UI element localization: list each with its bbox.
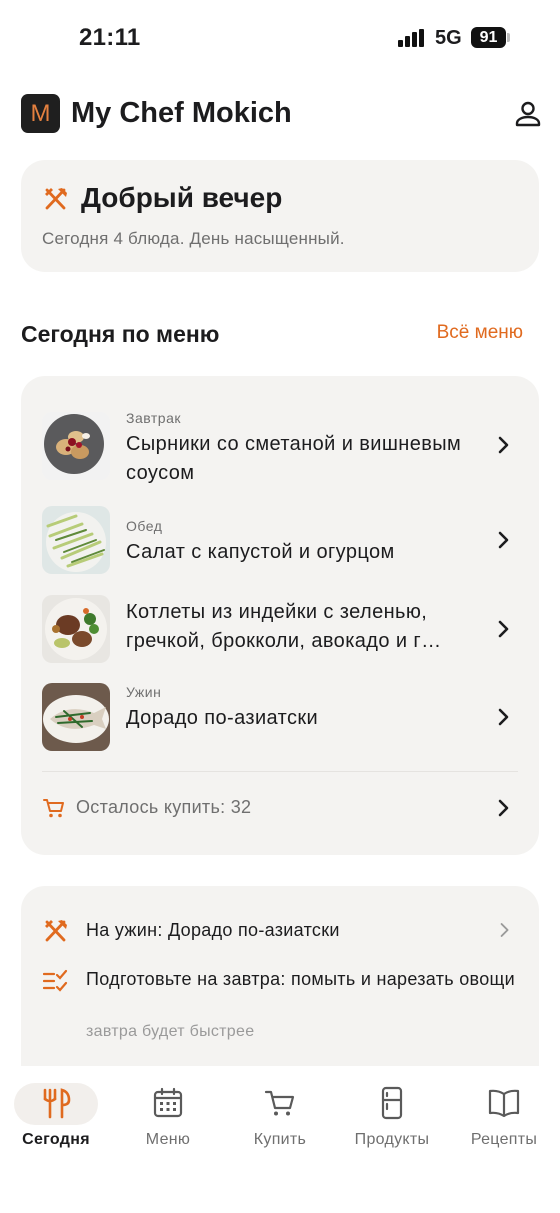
- chevron-right-icon: [498, 708, 509, 726]
- dinner-tip-row[interactable]: На ужин: Дорадо по-азиатски: [21, 914, 539, 948]
- meal-row-lunch[interactable]: Обед Салат с капустой и огурцом: [42, 504, 518, 576]
- greeting-title: Добрый вечер: [81, 182, 283, 213]
- chevron-right-icon: [500, 923, 509, 937]
- meal-type-label: Обед: [126, 518, 163, 534]
- dinner-tip-text: На ужин: Дорадо по-азиатски: [86, 920, 340, 940]
- tips-card: На ужин: Дорадо по-азиатски Подготовьте …: [21, 886, 539, 1066]
- fork-knife-icon: [45, 920, 67, 942]
- profile-button[interactable]: [513, 99, 543, 129]
- calendar-icon: [153, 1087, 183, 1118]
- greeting-subtitle: Сегодня 4 блюда. День насыщенный.: [42, 229, 345, 248]
- meal-name: Салат с капустой и огурцом: [126, 541, 395, 563]
- signal-strength-icon: [398, 29, 428, 47]
- meal-name: Сырники со сметаной и вишневым соусом: [126, 433, 462, 484]
- network-type: 5G: [435, 27, 462, 49]
- fork-knife-icon: [45, 188, 67, 210]
- status-time: 21:11: [79, 24, 141, 51]
- meal-name: Котлеты из индейки с зеленью, гречкой, б…: [126, 601, 442, 652]
- cart-icon: [43, 799, 64, 818]
- app-header: M My Chef Mokich: [21, 92, 541, 136]
- meal-row-dinner[interactable]: Ужин Дорадо по-азиатски: [42, 682, 518, 754]
- today-menu-heading: Сегодня по меню: [21, 321, 220, 347]
- meal-row-cutlets[interactable]: Котлеты из индейки с зеленью, гречкой, б…: [42, 594, 518, 666]
- fridge-icon: [381, 1086, 403, 1120]
- prepare-tip-text: Подготовьте на завтра: помыть и нарезать…: [86, 969, 515, 989]
- tab-label: Сегодня: [22, 1131, 90, 1148]
- app-title: My Chef Mokich: [71, 97, 292, 129]
- book-icon: [488, 1089, 520, 1118]
- tab-menu[interactable]: Меню: [112, 1066, 224, 1156]
- greeting-card: Добрый вечер Сегодня 4 блюда. День насыщ…: [21, 160, 539, 272]
- tab-today[interactable]: Сегодня: [0, 1066, 112, 1156]
- shopping-remaining-row[interactable]: Осталось купить: 32: [42, 794, 518, 824]
- cart-icon: [264, 1090, 295, 1116]
- chevron-right-icon: [498, 620, 509, 638]
- all-menu-link[interactable]: Всё меню: [437, 322, 523, 344]
- app-logo: M: [21, 94, 60, 133]
- checklist-icon: [43, 969, 68, 992]
- chevron-right-icon: [498, 436, 509, 454]
- meal-type-label: Ужин: [126, 684, 162, 700]
- battery-icon: 91: [471, 27, 506, 48]
- dorado-photo: [42, 683, 110, 751]
- tab-label: Меню: [145, 1131, 191, 1148]
- shopping-remaining-text: Осталось купить: 32: [76, 797, 252, 817]
- divider: [42, 771, 518, 772]
- tab-recipes[interactable]: Рецепты: [448, 1066, 560, 1156]
- cutlets-photo: [42, 595, 110, 663]
- salad-photo: [42, 506, 110, 574]
- fork-spoon-icon: [43, 1088, 71, 1119]
- tab-bar: Сегодня Меню Купить Продукты Рецепты: [0, 1066, 560, 1213]
- battery-tip: [507, 33, 510, 42]
- tab-label: Продукты: [354, 1131, 430, 1148]
- chevron-right-icon: [498, 531, 509, 549]
- tab-label: Купить: [253, 1131, 307, 1148]
- meal-row-breakfast[interactable]: Завтрак Сырники со сметаной и вишневым с…: [42, 408, 518, 484]
- status-bar: 21:11 5G 91: [0, 0, 560, 76]
- meal-name: Дорадо по-азиатски: [126, 707, 319, 729]
- syrniki-photo: [42, 412, 110, 480]
- meal-type-label: Завтрак: [126, 410, 181, 426]
- tab-label: Рецепты: [470, 1131, 538, 1148]
- today-menu-card: Завтрак Сырники со сметаной и вишневым с…: [21, 376, 539, 855]
- tab-buy[interactable]: Купить: [224, 1066, 336, 1156]
- chevron-right-icon: [498, 799, 509, 817]
- user-icon: [515, 101, 541, 127]
- tab-products[interactable]: Продукты: [336, 1066, 448, 1156]
- prepare-tip-hint: завтра будет быстрее: [86, 1023, 255, 1040]
